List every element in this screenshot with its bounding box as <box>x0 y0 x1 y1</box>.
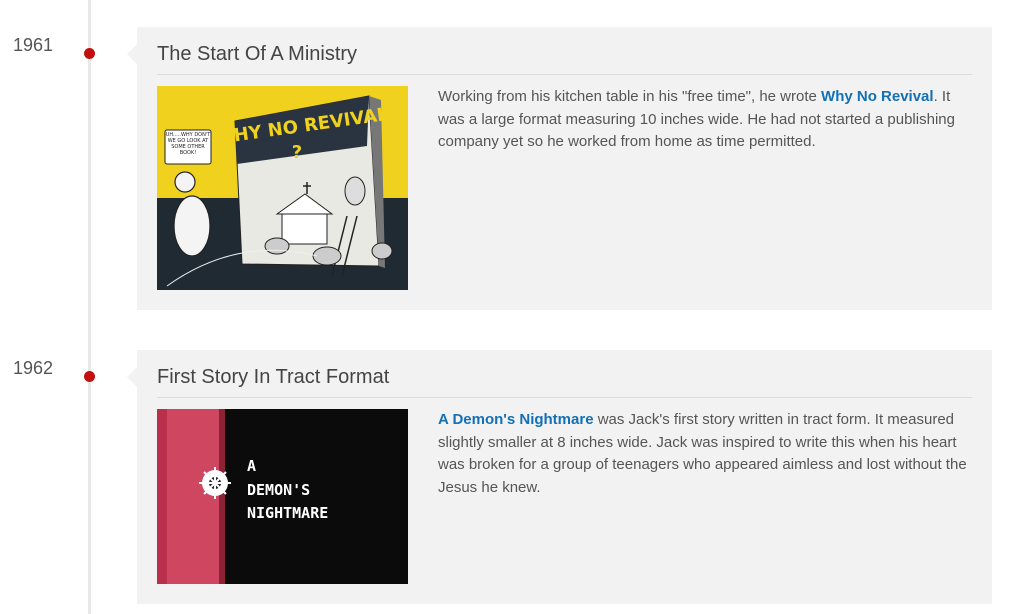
timeline-dot <box>84 48 95 59</box>
demons-nightmare-cover: A DEMON'S NIGHTMARE <box>157 409 408 584</box>
speech-bubble-text: UH.....WHY DON'T WE GO LOOK AT SOME OTHE… <box>165 132 211 156</box>
timeline-line <box>88 0 91 614</box>
card-divider <box>157 74 972 75</box>
card-title: The Start Of A Ministry <box>157 43 358 65</box>
timeline-year: 1962 <box>13 358 54 378</box>
why-no-revival-link[interactable]: Why No Revival <box>821 88 934 105</box>
why-no-revival-cover: WHY NO REVIVAL ? UH.....WHY DON'T WE GO … <box>157 86 408 290</box>
cover-title-line1: A <box>247 457 256 475</box>
timeline-card: The Start Of A Ministry WHY NO REVIVAL ? <box>127 27 992 310</box>
book-cover-image[interactable]: A DEMON'S NIGHTMARE <box>157 409 408 584</box>
timeline-dot <box>84 371 95 382</box>
cover-title-line3: NIGHTMARE <box>247 504 328 522</box>
cover-question-mark: ? <box>292 142 302 163</box>
card-title: First Story In Tract Format <box>157 366 390 388</box>
timeline-year: 1961 <box>13 35 54 55</box>
card-description: Working from his kitchen table in his "f… <box>438 88 955 150</box>
book-cover-image[interactable]: WHY NO REVIVAL ? UH.....WHY DON'T WE GO … <box>157 86 408 290</box>
demons-nightmare-link[interactable]: A Demon's Nightmare <box>438 411 594 428</box>
card-description: A Demon's Nightmare was Jack's first sto… <box>438 411 967 496</box>
timeline-card: First Story In Tract Format A DEMON'S NI… <box>127 350 992 604</box>
card-pointer <box>127 44 137 64</box>
cover-title-line2: DEMON'S <box>247 481 310 499</box>
card-pointer <box>127 367 137 387</box>
card-divider <box>157 397 972 398</box>
